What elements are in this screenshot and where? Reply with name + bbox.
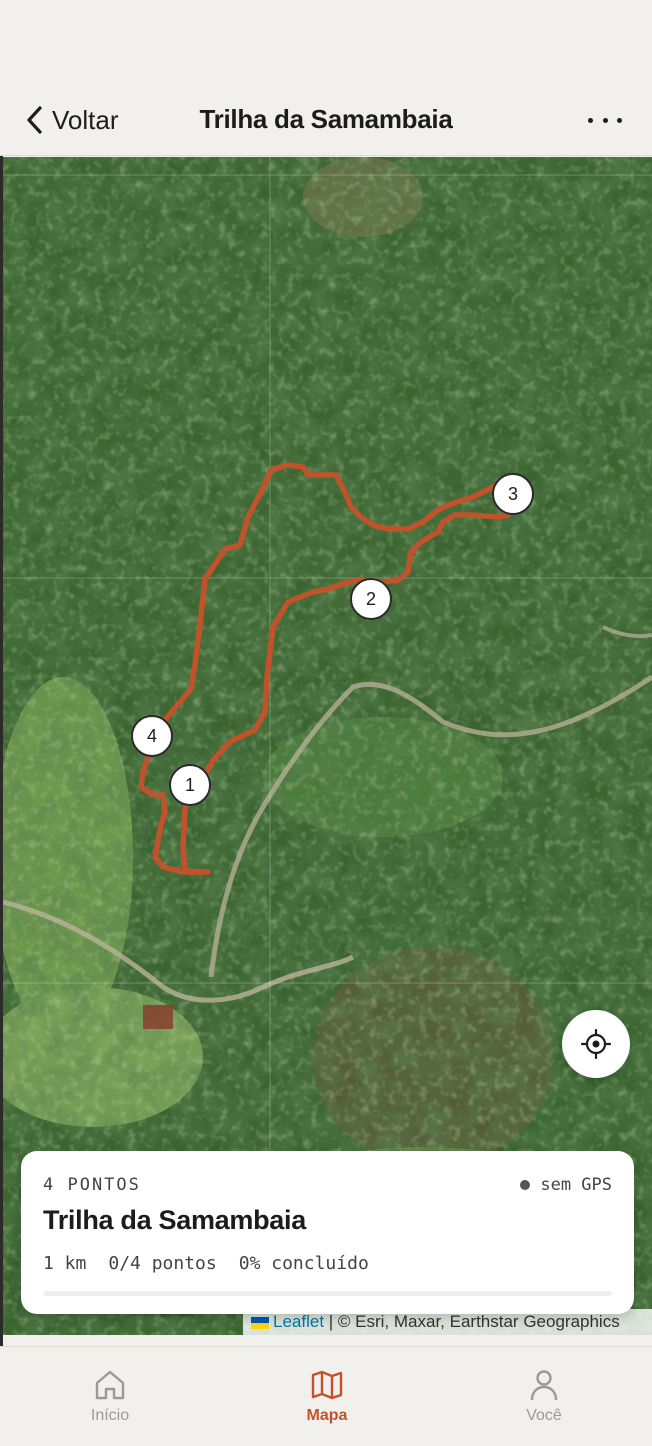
more-options-button[interactable] — [588, 106, 622, 134]
home-icon — [95, 1370, 125, 1400]
leaflet-link[interactable]: Leaflet — [273, 1312, 324, 1331]
status-area — [0, 0, 652, 84]
gps-status-dot-icon — [520, 1180, 531, 1190]
attribution-text: | © Esri, Maxar, Earthstar Geographics — [324, 1312, 620, 1331]
gps-status-label: sem GPS — [540, 1175, 612, 1195]
waypoint-marker-2[interactable]: 2 — [350, 578, 392, 620]
waypoint-number: 1 — [184, 774, 195, 795]
tab-voce[interactable]: Você — [484, 1369, 604, 1425]
crosshair-icon — [581, 1029, 611, 1059]
waypoint-marker-1[interactable]: 1 — [169, 764, 211, 806]
page-title: Trilha da Samambaia — [199, 104, 453, 134]
trail-title: Trilha da Samambaia — [43, 1205, 306, 1235]
more-dot-icon — [588, 117, 593, 123]
tab-bar: Início Mapa Você — [0, 1346, 652, 1446]
gps-status: sem GPS — [520, 1175, 612, 1195]
tab-inicio[interactable]: Início — [50, 1369, 170, 1425]
navigation-bar: Voltar Trilha da Samambaia — [0, 84, 652, 156]
trail-stats: 1 km 0/4 pontos 0% concluído — [43, 1253, 369, 1274]
waypoint-number: 4 — [146, 725, 157, 746]
distance-stat: 1 km — [43, 1253, 87, 1274]
tab-label: Início — [90, 1407, 130, 1424]
waypoint-number: 2 — [365, 588, 376, 609]
waypoint-marker-4[interactable]: 4 — [131, 715, 173, 757]
more-dot-icon — [617, 117, 622, 123]
map-icon — [311, 1370, 343, 1400]
more-dot-icon — [602, 117, 608, 123]
tab-label: Você — [526, 1407, 562, 1424]
completion-stat: 0% concluído — [238, 1253, 369, 1274]
waypoint-number: 3 — [507, 483, 518, 504]
tab-label: Mapa — [306, 1407, 348, 1424]
locate-me-button[interactable] — [562, 1010, 630, 1078]
waypoint-marker-3[interactable]: 3 — [492, 473, 534, 515]
trail-summary-card[interactable]: 4 PONTOS sem GPS Trilha da Samambaia 1 k… — [21, 1151, 634, 1314]
points-count: 4 PONTOS — [43, 1175, 141, 1195]
progress-bar — [43, 1291, 612, 1296]
points-stat: 0/4 pontos — [108, 1253, 217, 1274]
ukraine-flag-icon — [251, 1316, 269, 1329]
tab-mapa[interactable]: Mapa — [267, 1369, 387, 1425]
person-icon — [530, 1370, 558, 1401]
